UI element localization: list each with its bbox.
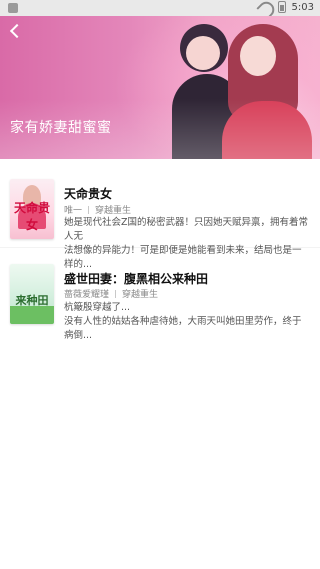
book-title[interactable]: 盛世田妻：腹黑相公来种田 xyxy=(64,270,208,287)
book-author: 蔷薇爱耀瑾 xyxy=(64,290,110,300)
status-bar: 5:03 xyxy=(0,0,320,16)
status-time: 5:03 xyxy=(291,1,314,13)
notification-icon xyxy=(8,3,18,13)
book-list: 天命贵女 天命贵女 唯一 穿越重生 她是现代社会Z国的秘密武器！只因她天赋异禀，… xyxy=(0,159,320,341)
book-item[interactable]: 来种田 盛世田妻：腹黑相公来种田 蔷薇爱耀瑾 穿越重生 杭簸殷穿越了... 没有… xyxy=(0,159,320,341)
book-description: 杭簸殷穿越了... 没有人性的姑姑各种虐待她，大雨天叫她田里劳作，终于病倒... xyxy=(64,302,302,341)
divider xyxy=(115,289,117,298)
status-right: 5:03 xyxy=(258,1,314,13)
battery-icon xyxy=(277,1,286,13)
book-meta: 蔷薇爱耀瑾 穿越重生 xyxy=(64,287,158,300)
wifi-icon xyxy=(258,2,272,12)
banner-illustration xyxy=(150,16,320,159)
cover-title: 来种田 xyxy=(15,294,49,307)
back-button[interactable] xyxy=(8,22,26,40)
banner: 家有娇妻甜蜜蜜 xyxy=(0,16,320,159)
page-title: 家有娇妻甜蜜蜜 xyxy=(10,120,112,136)
book-category: 穿越重生 xyxy=(122,290,159,300)
book-cover[interactable]: 来种田 xyxy=(10,264,54,324)
